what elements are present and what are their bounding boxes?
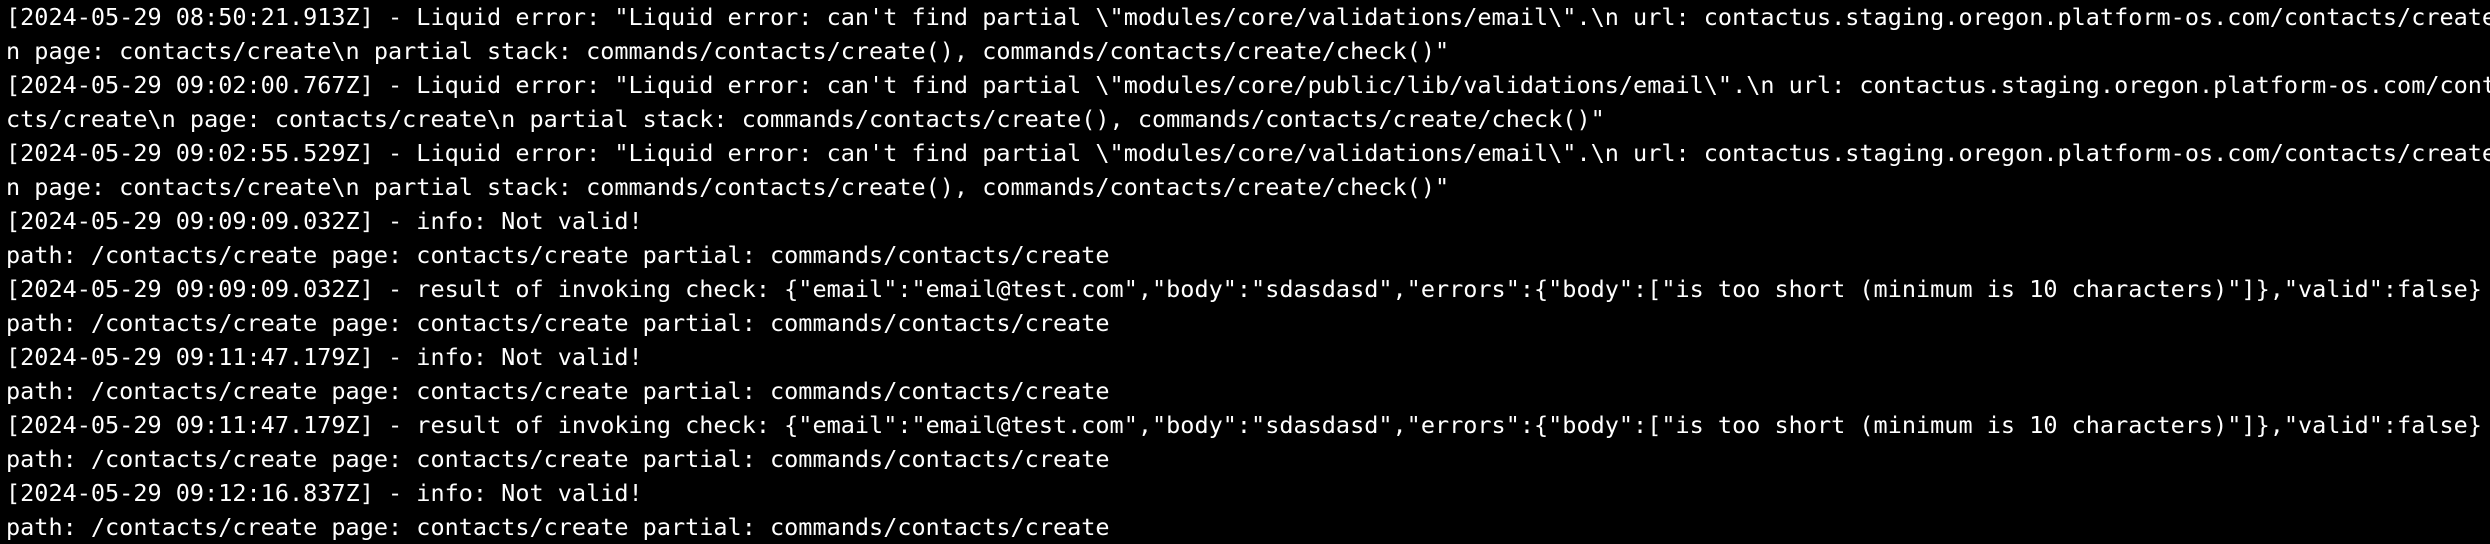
log-line: [2024-05-29 09:02:00.767Z] - Liquid erro… <box>6 71 2490 99</box>
log-line: [2024-05-29 09:09:09.032Z] - info: Not v… <box>6 207 643 235</box>
terminal-output[interactable]: [2024-05-29 08:50:21.913Z] - Liquid erro… <box>0 0 2490 544</box>
log-line: [2024-05-29 09:12:16.837Z] - info: Not v… <box>6 479 643 507</box>
log-line: [2024-05-29 09:11:47.179Z] - result of i… <box>6 411 2482 439</box>
log-line: [2024-05-29 09:02:55.529Z] - Liquid erro… <box>6 139 2490 167</box>
log-line: cts/create\n page: contacts/create\n par… <box>6 105 1605 133</box>
log-line: n page: contacts/create\n partial stack:… <box>6 173 1450 201</box>
log-line: [2024-05-29 09:09:09.032Z] - result of i… <box>6 275 2482 303</box>
log-line: [2024-05-29 09:11:47.179Z] - info: Not v… <box>6 343 643 371</box>
log-line: n page: contacts/create\n partial stack:… <box>6 37 1450 65</box>
log-line: [2024-05-29 08:50:21.913Z] - Liquid erro… <box>6 3 2490 31</box>
log-line: path: /contacts/create page: contacts/cr… <box>6 377 1110 405</box>
log-line: path: /contacts/create page: contacts/cr… <box>6 445 1110 473</box>
log-line: path: /contacts/create page: contacts/cr… <box>6 241 1110 269</box>
log-line: path: /contacts/create page: contacts/cr… <box>6 309 1110 337</box>
log-line: path: /contacts/create page: contacts/cr… <box>6 513 1110 541</box>
